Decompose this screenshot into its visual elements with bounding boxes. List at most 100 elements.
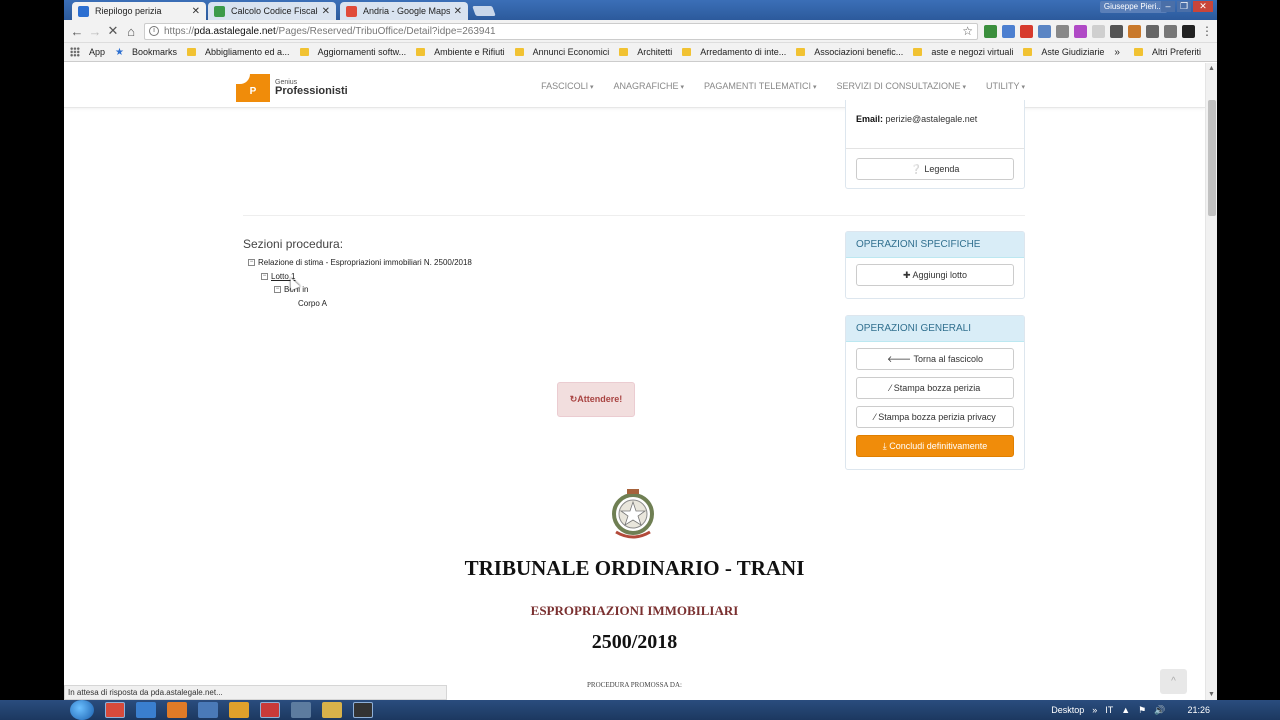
scroll-up-icon[interactable]: ▲ [1208,65,1215,72]
maximize-icon[interactable]: ❐ [1177,1,1191,12]
bookmark-folder[interactable]: Abbigliamento ed a... [187,47,290,57]
tab-close-icon[interactable]: ✕ [192,6,200,17]
bookmark-bookmarks[interactable]: ★ Bookmarks [115,47,177,58]
tab-close-icon[interactable]: ✕ [322,6,330,17]
profile-badge[interactable]: Giuseppe Pieri... [1099,1,1167,13]
folder-icon [619,48,629,56]
forward-arrow-icon[interactable]: → [86,24,104,39]
legend-button[interactable]: ❔ Legenda [856,158,1014,180]
new-tab-button[interactable] [472,6,496,16]
folder-icon [796,48,806,56]
pin-extension-icon[interactable] [1074,24,1087,38]
lock-extension-icon[interactable] [1164,24,1177,38]
tab-favicon-icon [78,5,89,17]
drive-extension-icon[interactable] [984,24,997,38]
other-bookmarks[interactable]: Altri Preferiti [1133,47,1201,57]
menu-anagrafiche[interactable]: ANAGRAFICHE [614,81,684,91]
volume-icon[interactable]: 🔊 [1154,705,1165,716]
badge-extension-icon[interactable] [1182,24,1195,38]
bookmark-folder[interactable]: Aste Giudiziarie [1023,47,1104,57]
bookmarks-overflow-button[interactable]: » [1114,47,1120,58]
apps-grid-icon [70,47,80,57]
extensions-row [984,24,1195,38]
back-to-file-button[interactable]: 🡐 Torna al fascicolo [856,348,1014,370]
scroll-to-top-button[interactable]: ^ [1160,669,1187,694]
loading-indicator: ↻Attendere! [557,382,635,417]
bookmark-folder[interactable]: aste e negozi virtuali [913,47,1013,57]
blank-extension-icon[interactable] [1092,24,1105,38]
bookmark-folder[interactable]: Ambiente e Rifiuti [416,47,505,57]
mail-extension-icon[interactable] [1020,24,1033,38]
shield-extension-icon[interactable] [1110,24,1123,38]
menu-utility[interactable]: UTILITY [986,81,1025,91]
specific-ops-panel: OPERAZIONI SPECIFICHE ✚ Aggiungi lotto [845,231,1025,299]
tree-node-root[interactable]: − Relazione di stima - Espropriazioni im… [248,258,472,267]
court-title: TRIBUNALE ORDINARIO - TRANI [464,556,805,580]
media-taskbar-icon[interactable] [198,702,218,718]
bookmark-folder[interactable]: Associazioni benefic... [796,47,903,57]
print-draft-button[interactable]: ⁄ Stampa bozza perizia [856,377,1014,399]
browser-menu-icon[interactable]: ⋮ [1201,24,1213,38]
address-bar[interactable]: i https:// pda.astalegale.net /Pages/Res… [144,22,978,40]
download-icon: ⤓ [882,441,887,451]
collapse-toggle-icon[interactable]: − [274,286,281,293]
github-extension-icon[interactable] [1146,24,1159,38]
bookmark-folder[interactable]: Annunci Economici [514,47,609,57]
ie-taskbar-icon[interactable] [136,702,156,718]
home-icon[interactable]: ⌂ [122,24,140,39]
scrollbar-thumb[interactable] [1208,100,1216,216]
menu-servizi-consultazione[interactable]: SERVIZI DI CONSULTAZIONE [837,81,967,91]
cookie-extension-icon[interactable] [1128,24,1141,38]
scroll-down-icon[interactable]: ▼ [1208,691,1215,698]
bookmark-folder[interactable]: Architetti [619,47,672,57]
feather-extension-icon[interactable] [1056,24,1069,38]
bookmark-star-icon[interactable]: ☆ [962,24,973,38]
app-taskbar-icon[interactable] [353,702,373,718]
tab-calcolo-codice-fiscale[interactable]: Calcolo Codice Fiscale ✕ [208,2,336,20]
desktop-right [1217,0,1280,700]
system-tray: Desktop » IT ▲ ⚑ 🔊 21:26 [1051,705,1280,716]
folder-icon [682,48,692,56]
pdf-taskbar-icon[interactable] [260,702,280,718]
site-menu: FASCICOLI ANAGRAFICHE PAGAMENTI TELEMATI… [541,81,1025,91]
site-logo[interactable]: P Genius Professionisti [236,74,348,102]
folder-taskbar-icon[interactable] [322,702,342,718]
firefox-taskbar-icon[interactable] [167,702,187,718]
language-indicator[interactable]: IT [1105,705,1113,715]
translate-extension-icon[interactable] [1002,24,1015,38]
network-taskbar-icon[interactable] [291,702,311,718]
menu-fascicoli[interactable]: FASCICOLI [541,81,593,91]
bookmark-folder[interactable]: Arredamento di inte... [682,47,786,57]
bookmark-apps[interactable]: App [70,47,105,57]
add-lot-button[interactable]: ✚ Aggiungi lotto [856,264,1014,286]
flag-icon[interactable]: ⚑ [1138,705,1146,716]
tree-node-corpo[interactable]: Corpo A [298,299,327,308]
tray-expand-icon[interactable]: ▲ [1121,705,1130,715]
finalize-button[interactable]: ⤓ Concludi definitivamente [856,435,1014,457]
menu-pagamenti-telematici[interactable]: PAGAMENTI TELEMATICI [704,81,816,91]
start-button[interactable] [70,700,94,720]
collapse-toggle-icon[interactable]: − [248,259,255,266]
minimize-icon[interactable]: – [1161,1,1175,12]
player-taskbar-icon[interactable] [229,702,249,718]
window-controls: – ❐ ✕ [1161,1,1213,12]
back-arrow-icon[interactable]: ← [68,24,86,39]
grid-extension-icon[interactable] [1038,24,1051,38]
clock[interactable]: 21:26 [1187,705,1210,715]
site-info-icon[interactable]: i [149,26,159,36]
close-window-icon[interactable]: ✕ [1193,1,1213,12]
status-bubble: In attesa di risposta da pda.astalegale.… [64,685,447,700]
tab-close-icon[interactable]: ✕ [454,6,462,17]
chrome-taskbar-icon[interactable] [105,702,125,718]
tab-riepilogo-perizia[interactable]: Riepilogo perizia ✕ [72,2,206,20]
page-scrollbar[interactable]: ▲ ▼ [1205,63,1217,700]
windows-taskbar: Desktop » IT ▲ ⚑ 🔊 21:26 [0,700,1280,720]
chevron-right-icon[interactable]: » [1092,705,1097,715]
stop-loading-icon[interactable]: ✕ [104,23,122,39]
tab-google-maps[interactable]: Andria - Google Maps ✕ [340,2,468,20]
folder-icon [299,48,309,56]
desktop-toolbar[interactable]: Desktop [1051,705,1084,715]
print-privacy-draft-button[interactable]: ⁄ Stampa bozza perizia privacy [856,406,1014,428]
collapse-toggle-icon[interactable]: − [261,273,268,280]
bookmark-folder[interactable]: Aggiornamenti softw... [299,47,406,57]
